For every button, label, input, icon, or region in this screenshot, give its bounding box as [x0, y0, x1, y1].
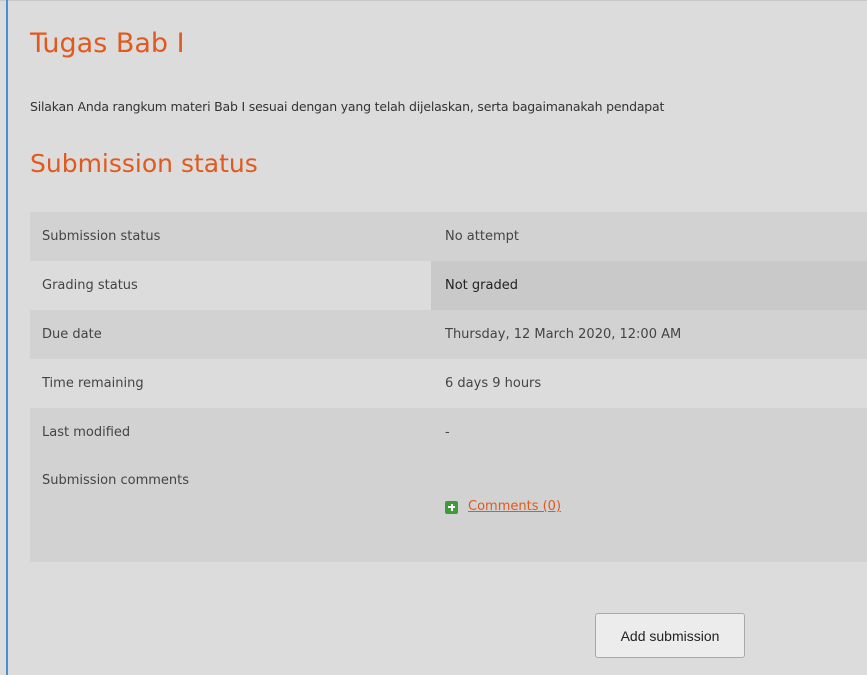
- submission-status-table: Submission status No attempt Grading sta…: [30, 212, 867, 562]
- submission-status-heading: Submission status: [30, 149, 258, 178]
- row-value: -: [431, 408, 867, 457]
- add-submission-button[interactable]: Add submission: [595, 613, 745, 658]
- comments-toggle[interactable]: Comments (0): [445, 499, 561, 515]
- row-label: Time remaining: [30, 359, 431, 408]
- row-value: 6 days 9 hours: [431, 359, 867, 408]
- row-label: Last modified: [30, 408, 431, 457]
- assignment-intro: Silakan Anda rangkum materi Bab I sesuai…: [30, 99, 665, 114]
- row-label: Submission status: [30, 212, 431, 261]
- row-label: Due date: [30, 310, 431, 359]
- table-row-last-modified: Last modified -: [30, 408, 867, 457]
- comments-link[interactable]: Comments (0): [468, 499, 561, 515]
- top-border: [0, 0, 867, 1]
- table-row-grading-status: Grading status Not graded: [30, 261, 867, 310]
- row-value: Comments (0): [431, 457, 867, 562]
- row-label: Submission comments: [30, 457, 431, 562]
- row-value: Thursday, 12 March 2020, 12:00 AM: [431, 310, 867, 359]
- assignment-title: Tugas Bab I: [30, 28, 185, 59]
- table-row-due-date: Due date Thursday, 12 March 2020, 12:00 …: [30, 310, 867, 359]
- table-row-submission-comments: Submission comments Comments (0): [30, 457, 867, 562]
- frame-border: [6, 0, 8, 675]
- row-label: Grading status: [30, 261, 431, 310]
- table-row-submission-status: Submission status No attempt: [30, 212, 867, 261]
- row-value: Not graded: [431, 261, 867, 310]
- plus-icon[interactable]: [445, 500, 458, 514]
- table-row-time-remaining: Time remaining 6 days 9 hours: [30, 359, 867, 408]
- row-value: No attempt: [431, 212, 867, 261]
